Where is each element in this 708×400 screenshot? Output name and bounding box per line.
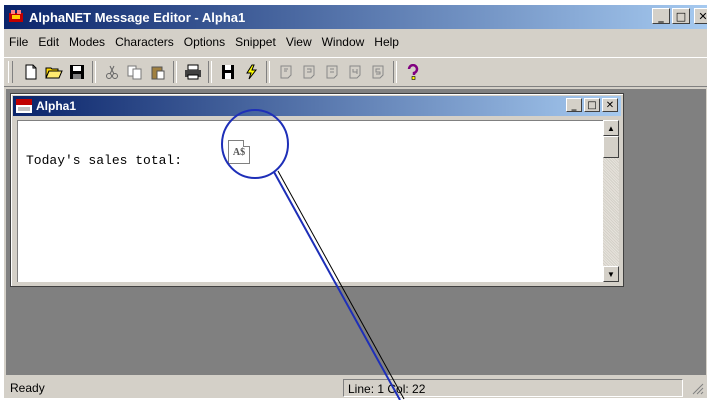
page-icon-1[interactable] [274, 61, 297, 83]
page-icon-2[interactable] [297, 61, 320, 83]
close-button[interactable]: ✕ [694, 8, 707, 24]
document-minimize-button[interactable]: _ [566, 98, 582, 112]
cut-icon[interactable] [100, 61, 123, 83]
message-text: Today's sales total: [26, 153, 183, 168]
document-title-bar[interactable]: Alpha1 _ □ ✕ [13, 96, 621, 116]
menu-view[interactable]: View [281, 35, 317, 49]
resize-grip-icon[interactable] [690, 381, 704, 395]
copy-icon[interactable] [123, 61, 146, 83]
toolbar-separator [266, 61, 270, 83]
page-icon-5[interactable] [366, 61, 389, 83]
document-window-controls: _ □ ✕ [566, 98, 618, 112]
menu-file[interactable]: File [4, 35, 33, 49]
open-folder-icon[interactable] [42, 61, 65, 83]
lightning-icon[interactable] [239, 61, 262, 83]
window-controls: _ □ ✕ [652, 8, 707, 24]
application-window: AlphaNET Message Editor - Alpha1 _ □ ✕ F… [3, 4, 707, 398]
title-bar[interactable]: AlphaNET Message Editor - Alpha1 _ □ ✕ [4, 5, 707, 29]
currency-token-icon[interactable]: A$ [228, 140, 250, 164]
toolbar-separator [173, 61, 177, 83]
document-title: Alpha1 [36, 99, 77, 113]
maximize-button[interactable]: □ [672, 8, 690, 24]
menu-modes[interactable]: Modes [64, 35, 110, 49]
document-maximize-button[interactable]: □ [584, 98, 600, 112]
menu-edit[interactable]: Edit [33, 35, 64, 49]
document-window-alpha1: Alpha1 _ □ ✕ Today's sales total: A$ ▲ ▼ [10, 93, 624, 287]
document-icon [16, 99, 32, 113]
menu-bar: File Edit Modes Characters Options Snipp… [4, 31, 404, 53]
menu-help[interactable]: Help [369, 35, 404, 49]
toolbar-separator [92, 61, 96, 83]
paste-icon[interactable] [146, 61, 169, 83]
menu-snippet[interactable]: Snippet [230, 35, 281, 49]
message-editor[interactable]: Today's sales total: A$ [17, 120, 603, 282]
menu-options[interactable]: Options [179, 35, 230, 49]
page-icon-4[interactable] [343, 61, 366, 83]
help-question-icon[interactable] [401, 61, 424, 83]
status-ready-text: Ready [10, 381, 45, 395]
mdi-workspace: Alpha1 _ □ ✕ Today's sales total: A$ ▲ ▼ [6, 89, 706, 375]
scroll-up-button[interactable]: ▲ [603, 120, 619, 136]
toolbar [4, 57, 707, 87]
toolbar-separator [208, 61, 212, 83]
new-document-icon[interactable] [19, 61, 42, 83]
print-icon[interactable] [181, 61, 204, 83]
scroll-down-button[interactable]: ▼ [603, 266, 619, 282]
document-close-button[interactable]: ✕ [602, 98, 618, 112]
cursor-position: Line: 1 Col: 22 [348, 382, 426, 396]
window-title: AlphaNET Message Editor - Alpha1 [29, 9, 246, 25]
app-icon [8, 9, 24, 25]
send-icon[interactable] [216, 61, 239, 83]
vertical-scrollbar[interactable]: ▲ ▼ [603, 120, 619, 282]
toolbar-grip[interactable] [8, 61, 13, 83]
page-icon-3[interactable] [320, 61, 343, 83]
minimize-button[interactable]: _ [652, 8, 670, 24]
menu-characters[interactable]: Characters [110, 35, 179, 49]
toolbar-separator [393, 61, 397, 83]
currency-token-label: A$ [232, 146, 246, 158]
status-position-panel: Line: 1 Col: 22 [343, 379, 683, 397]
status-bar: Ready Line: 1 Col: 22 [4, 377, 707, 398]
scroll-thumb[interactable] [603, 136, 619, 158]
menu-window[interactable]: Window [317, 35, 370, 49]
save-disk-icon[interactable] [65, 61, 88, 83]
